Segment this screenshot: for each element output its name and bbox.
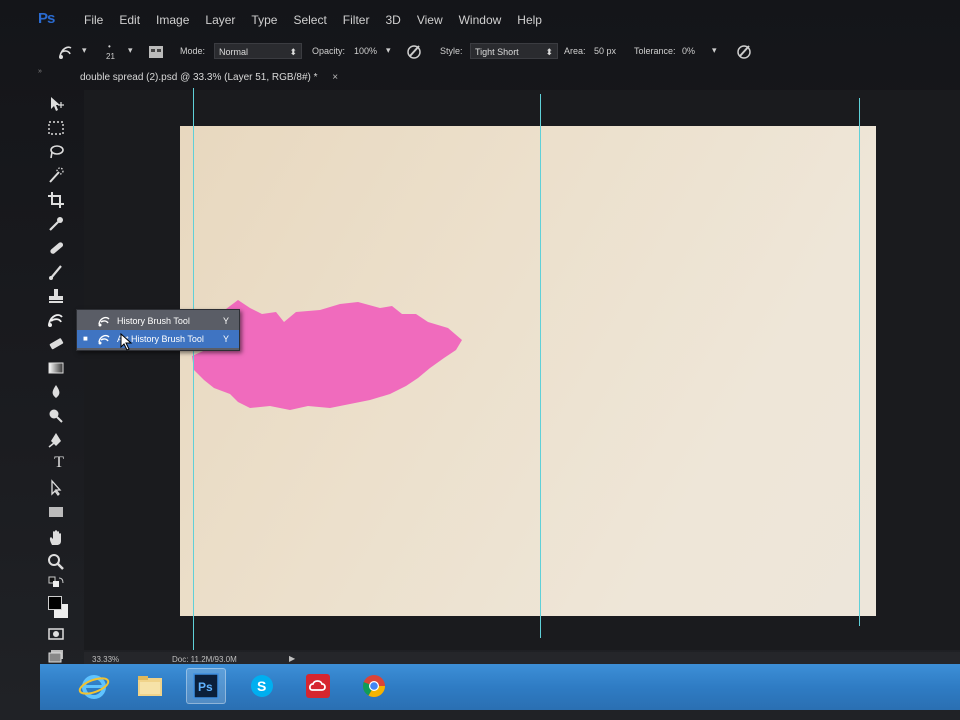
quick-mask-icon[interactable]: [46, 624, 72, 644]
photoshop-icon[interactable]: Ps: [186, 668, 226, 704]
menu-items: File Edit Image Layer Type Select Filter…: [76, 13, 550, 27]
default-colors-icon[interactable]: [46, 574, 72, 594]
menu-edit[interactable]: Edit: [111, 13, 148, 27]
menu-image[interactable]: Image: [148, 13, 197, 27]
gradient-tool-icon[interactable]: [46, 358, 72, 378]
tool-preset-dropdown-icon[interactable]: ▾: [82, 45, 87, 56]
history-brush-icon: [97, 314, 111, 328]
opacity-label: Opacity:: [312, 46, 346, 56]
pink-paint-stroke: [192, 300, 462, 410]
brush-tool-icon[interactable]: [46, 262, 72, 282]
opacity-value[interactable]: 100%: [354, 46, 377, 56]
flyout-shortcut: Y: [223, 334, 230, 344]
tablet-pressure-icon[interactable]: [404, 42, 424, 62]
mode-select[interactable]: Normal ⬍: [214, 43, 302, 59]
hand-tool-icon[interactable]: [46, 528, 72, 548]
foreground-color-swatch[interactable]: [48, 596, 62, 610]
flyout-item-history-brush[interactable]: History Brush Tool Y: [77, 312, 239, 330]
flyout-shortcut: Y: [223, 316, 230, 326]
lasso-tool-icon[interactable]: [46, 142, 72, 162]
svg-text:Ps: Ps: [198, 680, 213, 694]
area-value[interactable]: 50 px: [594, 46, 616, 56]
blur-tool-icon[interactable]: [46, 382, 72, 402]
eyedropper-tool-icon[interactable]: [46, 214, 72, 234]
screen: Ps File Edit Image Layer Type Select Fil…: [0, 0, 960, 720]
guide-line-right[interactable]: [859, 98, 860, 626]
mouse-cursor-icon: [120, 333, 133, 351]
eraser-tool-icon[interactable]: [46, 334, 72, 354]
menu-3d[interactable]: 3D: [377, 13, 408, 27]
style-value: Tight Short: [475, 47, 519, 57]
tolerance-label: Tolerance:: [634, 46, 676, 56]
brush-size[interactable]: 21: [106, 52, 115, 61]
tools-panel: » T: [38, 68, 80, 670]
menu-bar: Ps File Edit Image Layer Type Select Fil…: [0, 0, 960, 34]
tablet-size-icon[interactable]: [734, 42, 754, 62]
skype-icon[interactable]: S: [242, 668, 282, 704]
guide-line-left[interactable]: [193, 88, 194, 650]
menu-help[interactable]: Help: [509, 13, 550, 27]
art-history-brush-icon: [97, 332, 111, 346]
mode-label: Mode:: [180, 46, 206, 56]
guide-line-center[interactable]: [540, 94, 541, 638]
document-tab-title: double spread (2).psd @ 33.3% (Layer 51,…: [80, 72, 318, 83]
style-label: Style:: [440, 46, 463, 56]
healing-brush-tool-icon[interactable]: [46, 238, 72, 258]
selected-bullet-icon: ■: [83, 334, 88, 343]
brush-size-dot: •: [108, 42, 111, 51]
flyout-item-art-history-brush[interactable]: ■ Art History Brush Tool Y: [77, 330, 239, 348]
creative-cloud-icon[interactable]: [298, 668, 338, 704]
menu-select[interactable]: Select: [285, 13, 334, 27]
flyout-label: History Brush Tool: [117, 316, 190, 326]
menu-view[interactable]: View: [409, 13, 451, 27]
area-label: Area:: [564, 46, 586, 56]
windows-taskbar: Ps S: [40, 664, 960, 710]
menu-type[interactable]: Type: [243, 13, 285, 27]
zoom-level[interactable]: 33.33%: [92, 655, 119, 664]
style-select-arrow-icon: ⬍: [545, 47, 553, 57]
menu-layer[interactable]: Layer: [197, 13, 243, 27]
menu-filter[interactable]: Filter: [335, 13, 378, 27]
screen-mode-icon[interactable]: [46, 646, 72, 666]
panel-collapse-icon[interactable]: »: [38, 68, 42, 75]
tolerance-value[interactable]: 0%: [682, 46, 695, 56]
move-tool-icon[interactable]: [46, 94, 72, 114]
type-tool-icon[interactable]: T: [46, 454, 72, 474]
style-select[interactable]: Tight Short ⬍: [470, 43, 558, 59]
close-icon[interactable]: ×: [332, 72, 338, 83]
internet-explorer-icon[interactable]: [74, 668, 114, 704]
options-bar: ▾ • 21 ▾ Mode: Normal ⬍ Opacity: 100% ▾ …: [40, 40, 960, 66]
brush-picker-dropdown-icon[interactable]: ▾: [128, 45, 133, 56]
zoom-tool-icon[interactable]: [46, 552, 72, 572]
path-selection-tool-icon[interactable]: [46, 478, 72, 498]
status-menu-arrow-icon[interactable]: ▶: [289, 654, 295, 663]
file-explorer-icon[interactable]: [130, 668, 170, 704]
dodge-tool-icon[interactable]: [46, 406, 72, 426]
quick-selection-tool-icon[interactable]: [46, 166, 72, 186]
tool-preset-icon[interactable]: [56, 42, 76, 62]
document-tab[interactable]: double spread (2).psd @ 33.3% (Layer 51,…: [80, 72, 338, 83]
crop-tool-icon[interactable]: [46, 190, 72, 210]
brush-panel-icon[interactable]: [146, 42, 166, 62]
photoshop-logo: Ps: [38, 10, 55, 27]
mode-value: Normal: [219, 47, 249, 57]
pen-tool-icon[interactable]: [46, 430, 72, 450]
mode-select-arrow-icon: ⬍: [289, 47, 297, 57]
rectangle-tool-icon[interactable]: [46, 502, 72, 522]
clone-stamp-tool-icon[interactable]: [46, 286, 72, 306]
history-brush-flyout-menu: History Brush Tool Y ■ Art History Brush…: [76, 309, 240, 351]
menu-window[interactable]: Window: [451, 13, 510, 27]
opacity-dropdown-icon[interactable]: ▾: [386, 45, 391, 56]
history-brush-tool-icon[interactable]: [46, 310, 72, 330]
svg-text:S: S: [257, 678, 266, 694]
menu-file[interactable]: File: [76, 13, 111, 27]
chrome-icon[interactable]: [354, 668, 394, 704]
tolerance-dropdown-icon[interactable]: ▾: [712, 45, 717, 56]
document-canvas[interactable]: [180, 126, 876, 616]
document-size-info: Doc: 11.2M/93.0M: [172, 655, 237, 664]
color-swatches[interactable]: [46, 594, 74, 620]
marquee-tool-icon[interactable]: [46, 118, 72, 138]
